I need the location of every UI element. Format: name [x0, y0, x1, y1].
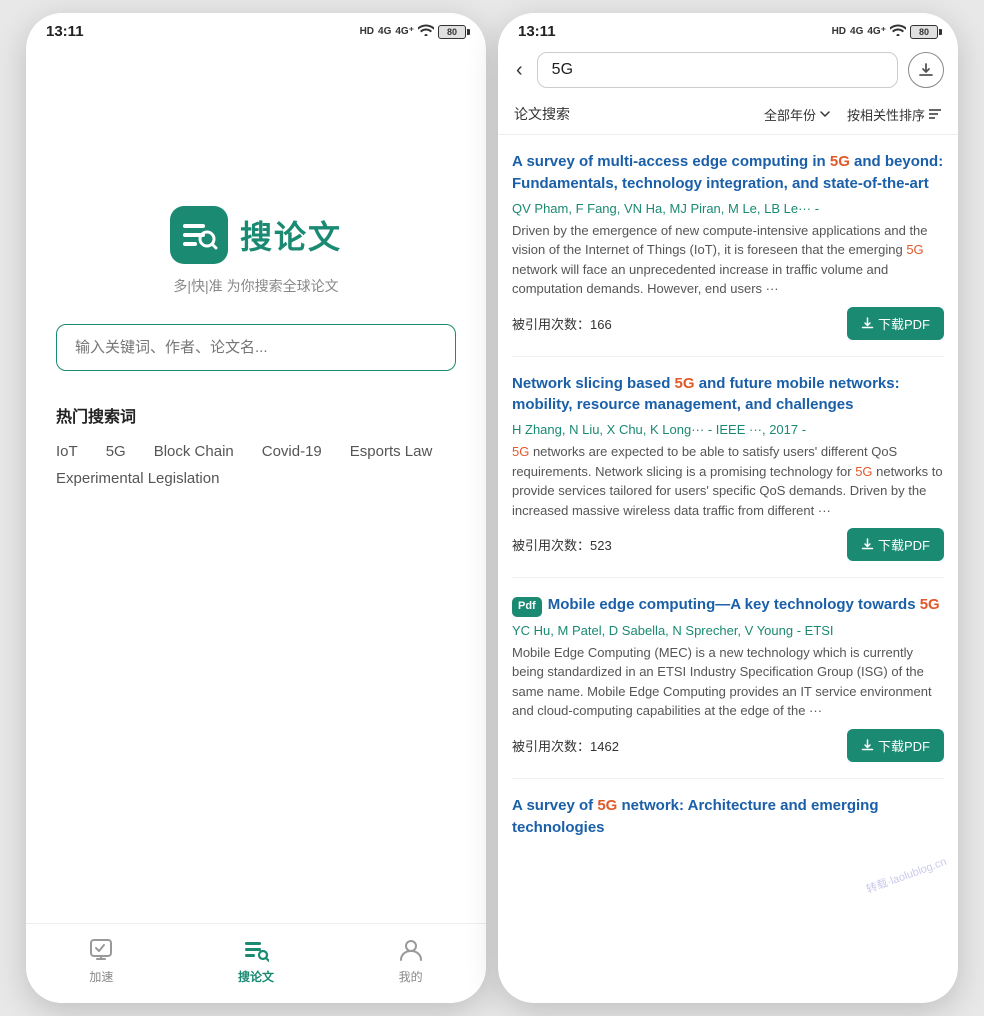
result-card-3: PdfMobile edge computing—A key technolog…: [512, 578, 944, 779]
result-card-4: A survey of 5G network: Architecture and…: [512, 779, 944, 863]
back-button[interactable]: ‹: [512, 55, 527, 86]
result-abstract-3: Mobile Edge Computing (MEC) is a new tec…: [512, 643, 944, 721]
nav-label-search: 搜论文: [238, 968, 274, 985]
mine-icon: [397, 936, 425, 964]
result-title-1[interactable]: A survey of multi-access edge computing …: [512, 151, 944, 195]
results-list: A survey of multi-access edge computing …: [498, 135, 958, 1003]
hot-tags-container: IoT 5G Block Chain Covid-19 Esports Law …: [56, 443, 456, 487]
app-name: 搜论文: [240, 212, 342, 258]
result-abstract-2: 5G networks are expected to be able to s…: [512, 442, 944, 520]
4gplus-icon: 4G⁺: [395, 26, 414, 37]
hot-tag-5g[interactable]: 5G: [106, 443, 126, 460]
search-header: ‹: [498, 46, 958, 98]
app-subtitle: 多|快|准 为你搜索全球论文: [173, 276, 338, 296]
speedup-icon: [87, 936, 115, 964]
search-nav-icon: [242, 936, 270, 964]
result-footer-1: 被引用次数：166 下载PDF: [512, 307, 944, 340]
hot-tag-iot[interactable]: IoT: [56, 443, 78, 460]
cite-count-2: 被引用次数：523: [512, 535, 612, 554]
result-authors-1: QV Pham, F Fang, VN Ha, MJ Piran, M Le, …: [512, 201, 944, 216]
result-title-4[interactable]: A survey of 5G network: Architecture and…: [512, 795, 944, 847]
cite-count-3: 被引用次数：1462: [512, 736, 619, 755]
result-footer-3: 被引用次数：1462 下载PDF: [512, 729, 944, 762]
4g-icon-r: 4G: [850, 26, 863, 37]
result-footer-2: 被引用次数：523 下载PDF: [512, 528, 944, 561]
pdf-button-1[interactable]: 下载PDF: [847, 307, 944, 340]
download-button[interactable]: [908, 52, 944, 88]
status-time-left: 13:11: [46, 23, 84, 40]
bottom-nav: 加速 搜论文: [26, 923, 486, 1003]
result-authors-2: H Zhang, N Liu, X Chu, K Long··· - IEEE …: [512, 422, 944, 437]
4g-icon: 4G: [378, 26, 391, 37]
result-abstract-1: Driven by the emergence of new compute-i…: [512, 221, 944, 299]
nav-item-search[interactable]: 搜论文: [238, 936, 274, 985]
result-search-input[interactable]: [552, 61, 883, 79]
battery-icon: 80: [438, 25, 466, 39]
filter-year[interactable]: 全部年份: [764, 105, 831, 124]
hot-tag-covid[interactable]: Covid-19: [262, 443, 322, 460]
filter-bar: 论文搜索 全部年份 按相关性排序: [498, 98, 958, 135]
wifi-icon-r: [890, 24, 906, 39]
nav-label-mine: 我的: [399, 968, 423, 985]
result-title-3[interactable]: PdfMobile edge computing—A key technolog…: [512, 594, 944, 617]
hot-section-title: 热门搜索词: [56, 403, 456, 427]
search-bar: [537, 52, 898, 88]
filter-sort[interactable]: 按相关性排序: [847, 105, 942, 124]
nav-item-mine[interactable]: 我的: [397, 936, 425, 985]
pdf-badge-3: Pdf: [512, 597, 542, 617]
result-authors-3: YC Hu, M Patel, D Sabella, N Sprecher, V…: [512, 623, 944, 638]
filter-label: 论文搜索: [514, 104, 570, 124]
cite-count-1: 被引用次数：166: [512, 314, 612, 333]
wifi-icon: [418, 24, 434, 39]
app-logo-icon: [170, 206, 228, 264]
result-card-2: Network slicing based 5G and future mobi…: [512, 357, 944, 579]
hd-icon-r: HD: [832, 26, 846, 37]
hot-tag-esports[interactable]: Esports Law: [350, 443, 433, 460]
result-title-2[interactable]: Network slicing based 5G and future mobi…: [512, 373, 944, 417]
hd-icon: HD: [360, 26, 374, 37]
4gplus-icon-r: 4G⁺: [867, 26, 886, 37]
hot-tag-blockchain[interactable]: Block Chain: [154, 443, 234, 460]
result-card-1: A survey of multi-access edge computing …: [512, 135, 944, 357]
status-time-right: 13:11: [518, 23, 556, 40]
home-search-input[interactable]: [56, 324, 456, 371]
nav-label-speedup: 加速: [89, 968, 113, 985]
battery-icon-r: 80: [910, 25, 938, 39]
pdf-button-2[interactable]: 下载PDF: [847, 528, 944, 561]
logo-area: 搜论文: [170, 206, 342, 264]
pdf-button-3[interactable]: 下载PDF: [847, 729, 944, 762]
nav-item-speedup[interactable]: 加速: [87, 936, 115, 985]
hot-tag-experimental[interactable]: Experimental Legislation: [56, 470, 219, 487]
